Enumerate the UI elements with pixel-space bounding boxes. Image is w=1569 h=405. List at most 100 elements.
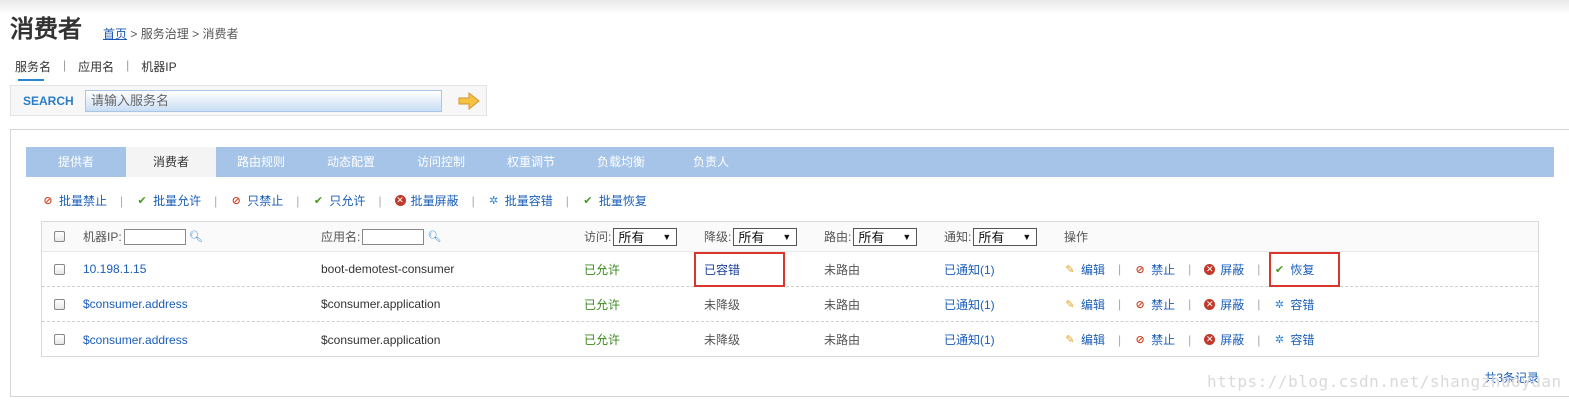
separator: | [565,193,569,208]
notify-cell: 已通知(1) [944,322,995,357]
app-name: boot-demotest-consumer [321,262,455,276]
ip-filter-input[interactable] [123,228,186,245]
batch-allow-button[interactable]: ✔ 批量允许 [136,192,202,209]
notify-status-link[interactable]: 已通知(1) [944,261,995,278]
tab-weight[interactable]: 权重调节 [486,147,576,177]
pencil-icon: ✎ [1065,263,1075,276]
forbid-button[interactable]: ⊘ 禁止 [1134,331,1176,348]
degrade-highlight-box [694,252,785,287]
dropdown-arrow-icon: ▼ [782,231,792,242]
check-icon: ✔ [583,195,593,207]
access-status: 已允许 [584,333,621,347]
row-checkbox-cell [54,252,65,286]
select-all-checkbox[interactable] [54,231,65,242]
breadcrumb-current: 消费者 [202,27,239,41]
block-icon: ✕ [1204,298,1216,310]
separator: | [120,193,124,208]
search-tab-application[interactable]: 应用名 [78,58,114,81]
row-checkbox-cell [54,287,65,321]
degrade-filter-select[interactable]: 所有 ▼ [733,227,798,246]
consumer-table: 机器IP: 🔍︎ 应用名: 🔍︎ 访问: 所有 ▼ 降级: 所有 ▼ 路由: 所有 ▼ 通知: 所… [41,221,1539,357]
separator: | [1257,332,1261,347]
row-checkbox[interactable] [54,298,65,310]
notify-status-link[interactable]: 已通知(1) [944,296,995,313]
tab-owners[interactable]: 负责人 [666,147,756,177]
tab-providers[interactable]: 提供者 [26,147,126,177]
consumer-ip-link[interactable]: 10.198.1.15 [83,262,146,276]
row-checkbox[interactable] [54,263,65,275]
only-forbid-label: 只禁止 [247,194,284,208]
batch-recover-button[interactable]: ✔ 批量恢复 [582,192,647,209]
search-input[interactable] [85,89,442,112]
batch-recover-label: 批量恢复 [598,194,647,208]
app-cell: $consumer.application [321,287,440,321]
only-allow-button[interactable]: ✔ 只允许 [312,192,366,209]
pencil-icon: ✎ [1065,334,1075,346]
ip-filter-label: 机器IP: [83,230,122,244]
ip-cell: $consumer.address [83,322,188,357]
ban-icon: ⊘ [231,195,241,207]
notify-filter-select[interactable]: 所有 ▼ [973,227,1038,246]
search-icon[interactable]: 🔍︎ [189,230,203,243]
degrade-filter-cell: 降级: 所有 ▼ [704,222,798,251]
search-type-tabs: 服务名 | 应用名 | 机器IP [15,58,177,81]
recover-highlight-box [1269,252,1340,287]
separator: | [1257,262,1261,276]
block-button[interactable]: ✕ 屏蔽 [1204,261,1244,278]
governance-nav: 提供者 消费者 路由规则 动态配置 访问控制 权重调节 负载均衡 负责人 [26,147,1554,177]
breadcrumb-home-link[interactable]: 首页 [103,27,127,41]
edit-button[interactable]: ✎ 编辑 [1064,331,1105,348]
consumer-ip-link[interactable]: $consumer.address [83,333,188,347]
dropdown-arrow-icon: ▼ [1022,231,1032,242]
notify-status-link[interactable]: 已通知(1) [944,331,995,348]
app-filter-input[interactable] [362,228,425,245]
page-header: 消费者 首页 > 服务治理 > 消费者 [10,14,238,44]
separator: | [1118,297,1122,311]
notify-filter-label: 通知: [944,230,972,244]
tab-dynamic-config[interactable]: 动态配置 [306,147,396,177]
tolerate-label: 容错 [1290,297,1315,312]
edit-button[interactable]: ✎ 编辑 [1064,296,1105,313]
only-forbid-button[interactable]: ⊘ 只禁止 [230,192,284,209]
route-cell: 未路由 [824,287,860,321]
row-checkbox-cell [54,322,65,357]
tolerate-button[interactable]: ✲ 容错 [1273,331,1315,348]
access-filter-value: 所有 [618,230,645,245]
route-filter-value: 所有 [858,230,885,245]
app-cell: boot-demotest-consumer [321,252,454,286]
breadcrumb-separator: > [192,27,200,41]
block-button[interactable]: ✕ 屏蔽 [1204,296,1244,313]
edit-button[interactable]: ✎ 编辑 [1064,261,1105,278]
forbid-button[interactable]: ⊘ 禁止 [1134,296,1176,313]
route-cell: 未路由 [824,252,860,286]
forbid-button[interactable]: ⊘ 禁止 [1134,261,1176,278]
select-all-cell [54,222,65,251]
batch-tolerate-button[interactable]: ✲ 批量容错 [488,192,553,209]
page-title: 消费者 [10,16,82,43]
search-tab-ip[interactable]: 机器IP [141,58,176,81]
separator: | [1257,297,1261,311]
search-tab-service[interactable]: 服务名 [15,58,51,81]
breadcrumb-section: 服务治理 [140,27,189,41]
tab-load-balance[interactable]: 负载均衡 [576,147,666,177]
forbid-label: 禁止 [1151,333,1176,347]
tab-consumers[interactable]: 消费者 [126,147,216,177]
row-checkbox[interactable] [54,334,65,345]
separator: | [1188,297,1192,311]
access-filter-select[interactable]: 所有 ▼ [613,227,678,246]
access-cell: 已允许 [584,322,620,357]
forbid-label: 禁止 [1151,297,1176,312]
route-filter-select[interactable]: 所有 ▼ [853,227,918,246]
tolerate-button[interactable]: ✲ 容错 [1273,296,1315,313]
tab-access-control[interactable]: 访问控制 [396,147,486,177]
batch-block-button[interactable]: ✕ 批量屏蔽 [394,192,459,209]
arrow-right-icon[interactable] [458,91,480,110]
batch-forbid-button[interactable]: ⊘ 批量禁止 [42,192,107,209]
block-button[interactable]: ✕ 屏蔽 [1204,331,1244,348]
ban-icon: ⊘ [1135,298,1145,311]
access-status: 已允许 [584,262,621,277]
tab-routes[interactable]: 路由规则 [216,147,306,177]
consumer-ip-link[interactable]: $consumer.address [83,297,188,311]
search-icon[interactable]: 🔍︎ [427,230,441,243]
dropdown-arrow-icon: ▼ [902,231,912,242]
